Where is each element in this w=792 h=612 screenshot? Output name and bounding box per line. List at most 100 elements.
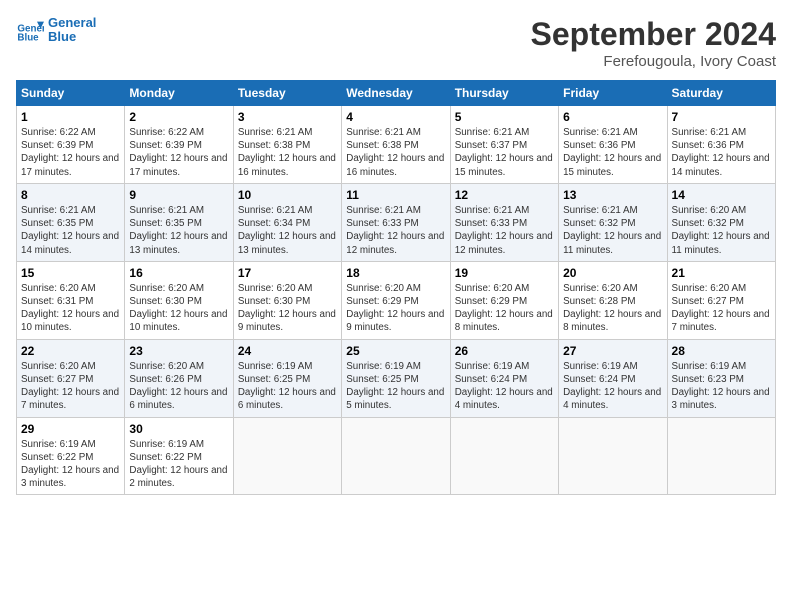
calendar-cell: 19 Sunrise: 6:20 AM Sunset: 6:29 PM Dayl…: [450, 261, 558, 339]
calendar-cell: 25 Sunrise: 6:19 AM Sunset: 6:25 PM Dayl…: [342, 339, 450, 417]
day-number: 15: [21, 266, 120, 280]
day-number: 4: [346, 110, 445, 124]
day-info: Sunrise: 6:19 AM Sunset: 6:25 PM Dayligh…: [346, 360, 445, 413]
day-info: Sunrise: 6:21 AM Sunset: 6:34 PM Dayligh…: [238, 204, 337, 257]
day-info: Sunrise: 6:21 AM Sunset: 6:37 PM Dayligh…: [455, 126, 554, 179]
calendar-cell: [667, 417, 775, 495]
day-info: Sunrise: 6:19 AM Sunset: 6:23 PM Dayligh…: [672, 360, 771, 413]
calendar-week-4: 22 Sunrise: 6:20 AM Sunset: 6:27 PM Dayl…: [17, 339, 776, 417]
day-info: Sunrise: 6:20 AM Sunset: 6:31 PM Dayligh…: [21, 282, 120, 335]
calendar-header-row: SundayMondayTuesdayWednesdayThursdayFrid…: [17, 81, 776, 106]
day-info: Sunrise: 6:22 AM Sunset: 6:39 PM Dayligh…: [21, 126, 120, 179]
calendar-cell: 26 Sunrise: 6:19 AM Sunset: 6:24 PM Dayl…: [450, 339, 558, 417]
calendar-cell: 23 Sunrise: 6:20 AM Sunset: 6:26 PM Dayl…: [125, 339, 233, 417]
calendar-week-2: 8 Sunrise: 6:21 AM Sunset: 6:35 PM Dayli…: [17, 183, 776, 261]
calendar-cell: 21 Sunrise: 6:20 AM Sunset: 6:27 PM Dayl…: [667, 261, 775, 339]
day-info: Sunrise: 6:21 AM Sunset: 6:32 PM Dayligh…: [563, 204, 662, 257]
weekday-header-sunday: Sunday: [17, 81, 125, 106]
logo-blue: Blue: [48, 30, 96, 44]
day-number: 30: [129, 422, 228, 436]
calendar-cell: 3 Sunrise: 6:21 AM Sunset: 6:38 PM Dayli…: [233, 106, 341, 184]
title-block: September 2024 Ferefougoula, Ivory Coast: [531, 16, 776, 70]
day-info: Sunrise: 6:20 AM Sunset: 6:29 PM Dayligh…: [455, 282, 554, 335]
day-info: Sunrise: 6:21 AM Sunset: 6:36 PM Dayligh…: [563, 126, 662, 179]
calendar-cell: 28 Sunrise: 6:19 AM Sunset: 6:23 PM Dayl…: [667, 339, 775, 417]
calendar-cell: 2 Sunrise: 6:22 AM Sunset: 6:39 PM Dayli…: [125, 106, 233, 184]
calendar-cell: 27 Sunrise: 6:19 AM Sunset: 6:24 PM Dayl…: [559, 339, 667, 417]
day-info: Sunrise: 6:21 AM Sunset: 6:38 PM Dayligh…: [238, 126, 337, 179]
day-number: 20: [563, 266, 662, 280]
calendar-cell: 22 Sunrise: 6:20 AM Sunset: 6:27 PM Dayl…: [17, 339, 125, 417]
calendar-cell: 14 Sunrise: 6:20 AM Sunset: 6:32 PM Dayl…: [667, 183, 775, 261]
day-number: 28: [672, 344, 771, 358]
weekday-header-tuesday: Tuesday: [233, 81, 341, 106]
calendar-cell: 7 Sunrise: 6:21 AM Sunset: 6:36 PM Dayli…: [667, 106, 775, 184]
calendar-cell: 17 Sunrise: 6:20 AM Sunset: 6:30 PM Dayl…: [233, 261, 341, 339]
calendar-table: SundayMondayTuesdayWednesdayThursdayFrid…: [16, 80, 776, 495]
calendar-cell: [342, 417, 450, 495]
day-info: Sunrise: 6:20 AM Sunset: 6:30 PM Dayligh…: [238, 282, 337, 335]
calendar-cell: 13 Sunrise: 6:21 AM Sunset: 6:32 PM Dayl…: [559, 183, 667, 261]
day-number: 12: [455, 188, 554, 202]
day-info: Sunrise: 6:20 AM Sunset: 6:28 PM Dayligh…: [563, 282, 662, 335]
calendar-cell: 20 Sunrise: 6:20 AM Sunset: 6:28 PM Dayl…: [559, 261, 667, 339]
day-number: 26: [455, 344, 554, 358]
day-number: 11: [346, 188, 445, 202]
logo-general: General: [48, 16, 96, 30]
day-info: Sunrise: 6:19 AM Sunset: 6:22 PM Dayligh…: [21, 438, 120, 491]
svg-text:Blue: Blue: [17, 33, 39, 44]
day-info: Sunrise: 6:21 AM Sunset: 6:38 PM Dayligh…: [346, 126, 445, 179]
day-number: 7: [672, 110, 771, 124]
day-number: 2: [129, 110, 228, 124]
logo-icon: General Blue: [16, 16, 44, 44]
day-number: 21: [672, 266, 771, 280]
calendar-cell: 12 Sunrise: 6:21 AM Sunset: 6:33 PM Dayl…: [450, 183, 558, 261]
weekday-header-saturday: Saturday: [667, 81, 775, 106]
day-number: 8: [21, 188, 120, 202]
calendar-cell: 8 Sunrise: 6:21 AM Sunset: 6:35 PM Dayli…: [17, 183, 125, 261]
day-info: Sunrise: 6:20 AM Sunset: 6:27 PM Dayligh…: [21, 360, 120, 413]
day-info: Sunrise: 6:20 AM Sunset: 6:30 PM Dayligh…: [129, 282, 228, 335]
day-number: 1: [21, 110, 120, 124]
calendar-cell: 15 Sunrise: 6:20 AM Sunset: 6:31 PM Dayl…: [17, 261, 125, 339]
day-number: 5: [455, 110, 554, 124]
day-number: 27: [563, 344, 662, 358]
day-info: Sunrise: 6:19 AM Sunset: 6:24 PM Dayligh…: [455, 360, 554, 413]
day-info: Sunrise: 6:21 AM Sunset: 6:35 PM Dayligh…: [21, 204, 120, 257]
weekday-header-thursday: Thursday: [450, 81, 558, 106]
day-number: 6: [563, 110, 662, 124]
day-info: Sunrise: 6:21 AM Sunset: 6:35 PM Dayligh…: [129, 204, 228, 257]
calendar-week-5: 29 Sunrise: 6:19 AM Sunset: 6:22 PM Dayl…: [17, 417, 776, 495]
calendar-cell: 10 Sunrise: 6:21 AM Sunset: 6:34 PM Dayl…: [233, 183, 341, 261]
calendar-cell: 9 Sunrise: 6:21 AM Sunset: 6:35 PM Dayli…: [125, 183, 233, 261]
day-info: Sunrise: 6:20 AM Sunset: 6:29 PM Dayligh…: [346, 282, 445, 335]
day-number: 13: [563, 188, 662, 202]
day-info: Sunrise: 6:20 AM Sunset: 6:32 PM Dayligh…: [672, 204, 771, 257]
day-info: Sunrise: 6:21 AM Sunset: 6:33 PM Dayligh…: [455, 204, 554, 257]
calendar-cell: 11 Sunrise: 6:21 AM Sunset: 6:33 PM Dayl…: [342, 183, 450, 261]
calendar-cell: 24 Sunrise: 6:19 AM Sunset: 6:25 PM Dayl…: [233, 339, 341, 417]
calendar-cell: 1 Sunrise: 6:22 AM Sunset: 6:39 PM Dayli…: [17, 106, 125, 184]
day-info: Sunrise: 6:19 AM Sunset: 6:24 PM Dayligh…: [563, 360, 662, 413]
day-number: 23: [129, 344, 228, 358]
day-number: 14: [672, 188, 771, 202]
day-number: 22: [21, 344, 120, 358]
calendar-cell: 5 Sunrise: 6:21 AM Sunset: 6:37 PM Dayli…: [450, 106, 558, 184]
calendar-cell: [450, 417, 558, 495]
weekday-header-wednesday: Wednesday: [342, 81, 450, 106]
calendar-cell: [233, 417, 341, 495]
weekday-header-friday: Friday: [559, 81, 667, 106]
weekday-header-monday: Monday: [125, 81, 233, 106]
day-number: 17: [238, 266, 337, 280]
day-number: 16: [129, 266, 228, 280]
location: Ferefougoula, Ivory Coast: [531, 53, 776, 70]
day-number: 25: [346, 344, 445, 358]
logo: General Blue General Blue: [16, 16, 96, 45]
day-number: 29: [21, 422, 120, 436]
day-number: 24: [238, 344, 337, 358]
day-info: Sunrise: 6:20 AM Sunset: 6:27 PM Dayligh…: [672, 282, 771, 335]
calendar-cell: 30 Sunrise: 6:19 AM Sunset: 6:22 PM Dayl…: [125, 417, 233, 495]
calendar-cell: 29 Sunrise: 6:19 AM Sunset: 6:22 PM Dayl…: [17, 417, 125, 495]
day-info: Sunrise: 6:19 AM Sunset: 6:25 PM Dayligh…: [238, 360, 337, 413]
day-info: Sunrise: 6:21 AM Sunset: 6:36 PM Dayligh…: [672, 126, 771, 179]
